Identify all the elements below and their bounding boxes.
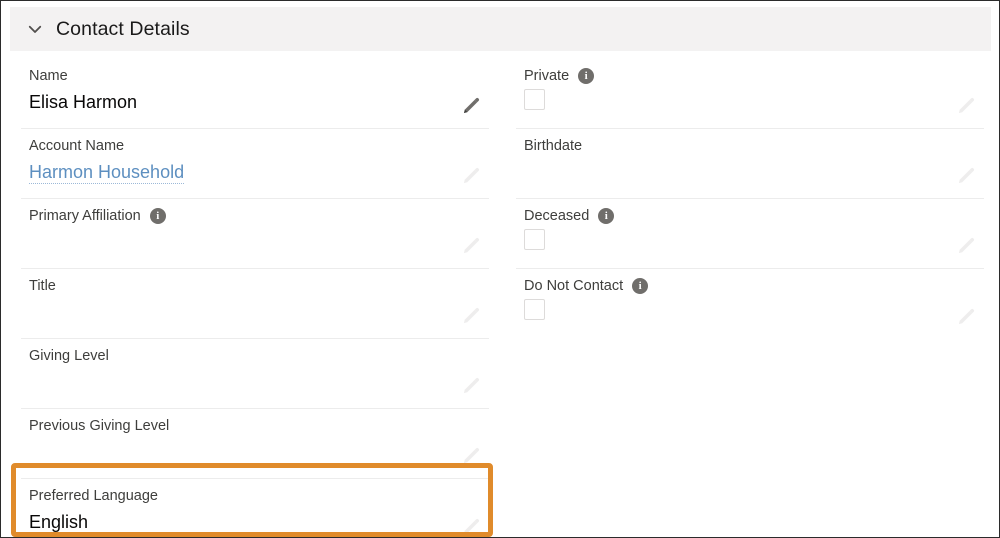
pencil-icon[interactable] [956, 166, 976, 186]
field-label-wrapper: Birthdate [524, 137, 984, 155]
field-value-wrapper: Harmon Household [29, 159, 489, 185]
field-label: Title [29, 278, 56, 294]
field-label: Account Name [29, 138, 125, 154]
link-account-name[interactable]: Harmon Household [29, 162, 185, 184]
info-icon[interactable]: i [149, 208, 166, 224]
field-label: Preferred Language [29, 488, 158, 504]
field-label: Private [524, 68, 570, 84]
pencil-icon[interactable] [461, 306, 481, 326]
checkbox-private[interactable] [524, 89, 545, 110]
checkbox-do-not-contact[interactable] [524, 299, 545, 320]
field-label-wrapper: Giving Level [29, 347, 489, 365]
info-icon[interactable]: i [632, 278, 649, 294]
field-label: Previous Giving Level [29, 418, 170, 434]
info-icon[interactable]: i [598, 208, 615, 224]
field-row-do-not-contact: Do Not Contact i [516, 269, 984, 339]
field-row-previous-giving-level: Previous Giving Level [21, 409, 489, 479]
field-row-preferred-language: Preferred Language English [21, 479, 489, 537]
field-value-title [29, 299, 489, 325]
field-label: Primary Affiliation [29, 208, 141, 224]
field-value-name: Elisa Harmon [29, 92, 138, 112]
field-label: Do Not Contact [524, 278, 624, 294]
field-row-giving-level: Giving Level [21, 339, 489, 409]
pencil-icon[interactable] [461, 376, 481, 396]
section-header[interactable]: Contact Details [10, 7, 991, 51]
pencil-icon[interactable] [461, 446, 481, 466]
field-row-private: Private i [516, 59, 984, 129]
pencil-icon[interactable] [461, 236, 481, 256]
contact-details-page: Contact Details Name Elisa Harmon Account … [0, 0, 1000, 538]
field-value-preferred-language: English [29, 512, 89, 532]
field-label: Name [29, 68, 68, 84]
pencil-icon[interactable] [956, 96, 976, 116]
field-row-account-name: Account Name Harmon Household [21, 129, 489, 199]
section-title: Contact Details [56, 17, 190, 40]
field-label-wrapper: Name [29, 67, 489, 85]
pencil-icon[interactable] [461, 166, 481, 186]
field-value-birthdate [524, 159, 984, 185]
left-column: Name Elisa Harmon Account Name Harmon House… [21, 59, 489, 537]
pencil-icon[interactable] [956, 236, 976, 256]
field-value-giving-level [29, 369, 489, 395]
info-icon[interactable]: i [578, 68, 595, 84]
field-row-name: Name Elisa Harmon [21, 59, 489, 129]
checkbox-deceased[interactable] [524, 229, 545, 250]
field-row-primary-affiliation: Primary Affiliation i [21, 199, 489, 269]
field-label-wrapper: Primary Affiliation i [29, 207, 489, 225]
pencil-icon[interactable] [461, 517, 481, 537]
field-value-previous-giving-level [29, 439, 489, 465]
field-label-wrapper: Preferred Language [29, 487, 489, 505]
field-value-primary-affiliation [29, 229, 489, 255]
pencil-icon[interactable] [956, 307, 976, 327]
field-label-wrapper: Title [29, 277, 489, 295]
field-label-wrapper: Account Name [29, 137, 489, 155]
chevron-down-icon[interactable] [22, 16, 48, 42]
field-label: Birthdate [524, 138, 583, 154]
field-row-title: Title [21, 269, 489, 339]
right-column: Private i Birthdate Deceased i Do Not Contact… [516, 59, 984, 339]
field-label-wrapper: Do Not Contact i [524, 277, 984, 295]
field-label-wrapper: Previous Giving Level [29, 417, 489, 435]
pencil-icon[interactable] [461, 96, 481, 116]
field-label-wrapper: Private i [524, 67, 984, 85]
field-label: Giving Level [29, 348, 109, 364]
field-row-birthdate: Birthdate [516, 129, 984, 199]
field-row-deceased: Deceased i [516, 199, 984, 269]
field-label: Deceased [524, 208, 590, 224]
field-label-wrapper: Deceased i [524, 207, 984, 225]
